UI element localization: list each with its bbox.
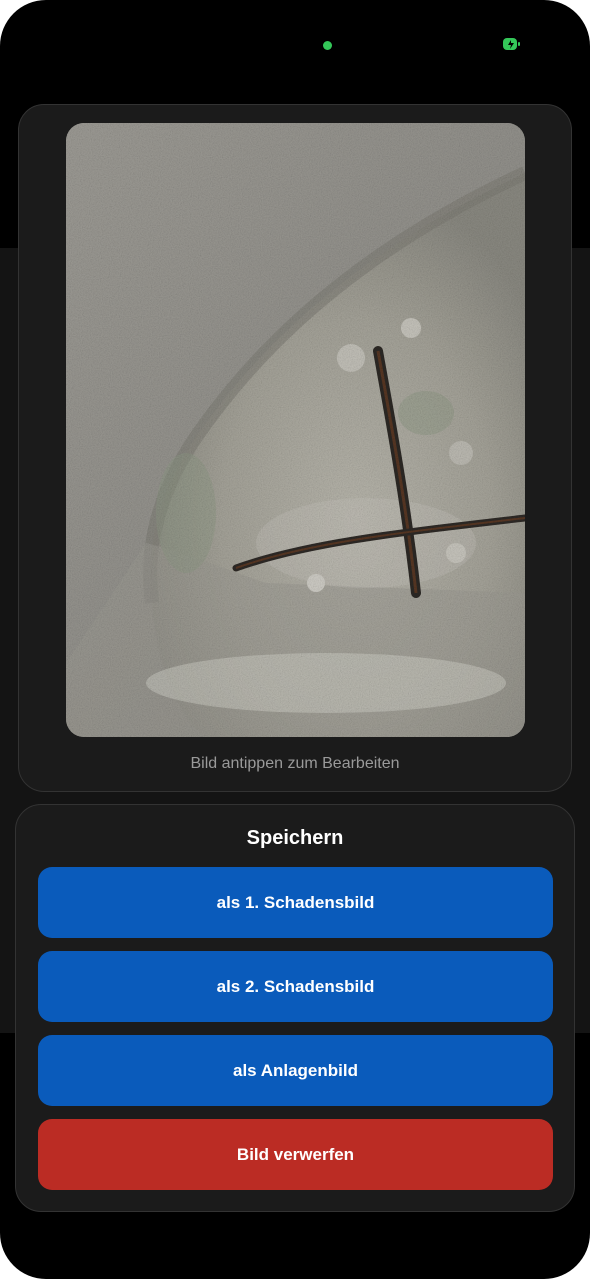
save-options-sheet: Speichern als 1. Schadensbild als 2. Sch…	[15, 804, 575, 1212]
discard-image-button[interactable]: Bild verwerfen	[38, 1119, 553, 1190]
phone-screen: Bild antippen zum Bearbeiten Speichern a…	[0, 0, 590, 1279]
concrete-damage-photo	[66, 123, 525, 737]
save-as-damage-image-1-button[interactable]: als 1. Schadensbild	[38, 867, 553, 938]
save-as-damage-image-2-button[interactable]: als 2. Schadensbild	[38, 951, 553, 1022]
charging-battery-icon	[503, 38, 520, 50]
save-as-system-image-button[interactable]: als Anlagenbild	[38, 1035, 553, 1106]
camera-in-use-indicator	[323, 41, 332, 50]
edit-hint-text: Bild antippen zum Bearbeiten	[190, 755, 400, 772]
captured-photo[interactable]	[66, 123, 525, 737]
sheet-title: Speichern	[246, 827, 344, 849]
image-preview-card: Bild antippen zum Bearbeiten	[18, 104, 572, 792]
